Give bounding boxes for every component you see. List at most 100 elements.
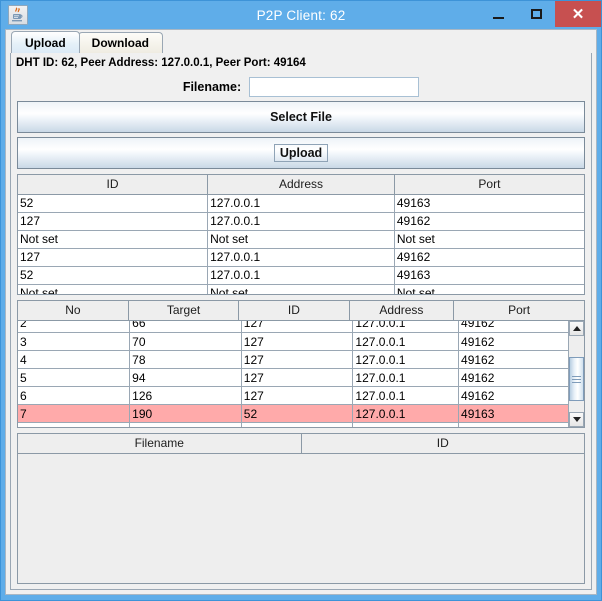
cell-id: 127 [18, 212, 209, 231]
filename-label: Filename: [182, 80, 242, 94]
table-row[interactable]: 6 126 127 127.0.0.1 49162 [18, 386, 568, 405]
select-file-button[interactable]: Select File [17, 101, 585, 133]
finger-col-address[interactable]: Address [349, 301, 455, 321]
cell-address: 127.0.0.1 [352, 422, 460, 427]
file-col-id[interactable]: ID [301, 434, 584, 454]
tab-download[interactable]: Download [77, 32, 163, 53]
finger-table-scrollbar[interactable] [568, 320, 584, 427]
cell-address: Not set [207, 284, 395, 294]
minimize-button[interactable] [479, 1, 517, 27]
upload-button-panel: Upload [17, 137, 585, 169]
cell-no: 6 [18, 386, 131, 405]
table-row[interactable]: 52 127.0.0.1 49163 [18, 194, 584, 213]
cell-address: 127.0.0.1 [207, 194, 395, 213]
file-table-grid: Filename ID [18, 434, 584, 454]
upload-tab-panel: DHT ID: 62, Peer Address: 127.0.0.1, Pee… [10, 52, 592, 590]
table-row[interactable]: 4 78 127 127.0.0.1 49162 [18, 350, 568, 369]
cell-id: Not set [18, 230, 209, 249]
finger-table-header-row: No Target ID Address Port [18, 301, 584, 321]
cell-address: 127.0.0.1 [207, 212, 395, 231]
filename-row: Filename: [11, 73, 591, 101]
filename-input[interactable] [249, 77, 420, 97]
peer-table-header-row: ID Address Port [18, 175, 584, 195]
tab-upload[interactable]: Upload [11, 31, 80, 53]
tab-upload-label: Upload [25, 35, 66, 50]
cell-no: 8 [18, 422, 131, 427]
finger-col-no[interactable]: No [18, 301, 129, 321]
tab-download-label: Download [91, 36, 149, 50]
cell-id: 127 [241, 386, 354, 405]
table-row[interactable]: 2 66 127 127.0.0.1 49162 [18, 320, 568, 333]
finger-col-id[interactable]: ID [238, 301, 350, 321]
scrollbar-thumb[interactable] [569, 356, 584, 402]
cell-id: 127 [241, 332, 354, 351]
cell-target: 62 [129, 422, 242, 427]
close-button[interactable]: ✕ [555, 1, 601, 27]
file-table-empty-body [18, 453, 584, 583]
file-col-filename[interactable]: Filename [18, 434, 302, 454]
cell-address: 127.0.0.1 [352, 332, 460, 351]
cell-no: 5 [18, 368, 131, 387]
cell-id: 127 [241, 320, 354, 333]
peer-table: ID Address Port 52 127.0.0.1 49163 127 1… [17, 174, 585, 295]
cell-address: 127.0.0.1 [352, 350, 460, 369]
cell-address: 127.0.0.1 [352, 368, 460, 387]
peer-col-id[interactable]: ID [18, 175, 209, 195]
cell-no: 7 [18, 404, 131, 423]
maximize-icon [530, 9, 542, 19]
peer-col-address[interactable]: Address [207, 175, 395, 195]
cell-port: 49163 [458, 404, 568, 423]
cell-target: 70 [129, 332, 242, 351]
finger-table-header: No Target ID Address Port [18, 301, 584, 321]
table-row[interactable]: Not set Not set Not set [18, 284, 584, 294]
cell-port: 49164 [458, 422, 568, 427]
table-row[interactable]: Not set Not set Not set [18, 230, 584, 249]
cell-port: 49162 [458, 350, 568, 369]
cell-target: 94 [129, 368, 242, 387]
app-window: P2P Client: 62 ✕ Upload Download DHT ID:… [0, 0, 602, 601]
title-bar: P2P Client: 62 ✕ [1, 1, 601, 29]
cell-target: 78 [129, 350, 242, 369]
cell-port: 49162 [458, 386, 568, 405]
cell-no: 4 [18, 350, 131, 369]
finger-table: No Target ID Address Port 2 66 127 127.0… [17, 300, 585, 428]
finger-col-target[interactable]: Target [128, 301, 240, 321]
table-row[interactable]: 8 62 62 127.0.0.1 49164 [18, 422, 568, 427]
close-icon: ✕ [571, 5, 585, 23]
cell-target: 190 [129, 404, 242, 423]
finger-col-port[interactable]: Port [453, 301, 584, 321]
triangle-down-glyph [572, 417, 581, 422]
table-row[interactable]: 127 127.0.0.1 49162 [18, 248, 584, 267]
table-row[interactable]: 3 70 127 127.0.0.1 49162 [18, 332, 568, 351]
cell-id: 127 [241, 368, 354, 387]
scrollbar-grip-icon [572, 374, 581, 385]
cell-address: 127.0.0.1 [352, 386, 460, 405]
cell-id: 62 [241, 422, 354, 427]
table-row[interactable]: 52 127.0.0.1 49163 [18, 266, 584, 285]
table-row-selected[interactable]: 7 190 52 127.0.0.1 49163 [18, 404, 568, 423]
cell-address: 127.0.0.1 [352, 404, 460, 423]
cell-id: 52 [241, 404, 354, 423]
dht-info-line: DHT ID: 62, Peer Address: 127.0.0.1, Pee… [16, 57, 306, 69]
cell-port: 49162 [394, 212, 584, 231]
cell-port: 49162 [458, 368, 568, 387]
file-table-header-row: Filename ID [18, 434, 584, 454]
scrollbar-track[interactable] [569, 335, 584, 412]
upload-button[interactable]: Upload [273, 144, 329, 162]
cell-port: 49162 [394, 248, 584, 267]
table-row[interactable]: 127 127.0.0.1 49162 [18, 212, 584, 231]
cell-port: 49162 [458, 320, 568, 333]
cell-address: Not set [207, 230, 395, 249]
maximize-button[interactable] [517, 1, 555, 27]
cell-target: 126 [129, 386, 242, 405]
scroll-down-arrow-icon[interactable] [569, 412, 584, 427]
cell-no: 2 [18, 320, 131, 333]
scroll-up-arrow-icon[interactable] [569, 320, 584, 336]
tab-strip: Upload Download [6, 30, 596, 53]
window-controls: ✕ [479, 1, 601, 27]
cell-port: 49162 [458, 332, 568, 351]
table-row[interactable]: 5 94 127 127.0.0.1 49162 [18, 368, 568, 387]
peer-col-port[interactable]: Port [394, 175, 584, 195]
peer-table-body: 52 127.0.0.1 49163 127 127.0.0.1 49162 N… [18, 194, 584, 294]
cell-port: 49163 [394, 194, 584, 213]
